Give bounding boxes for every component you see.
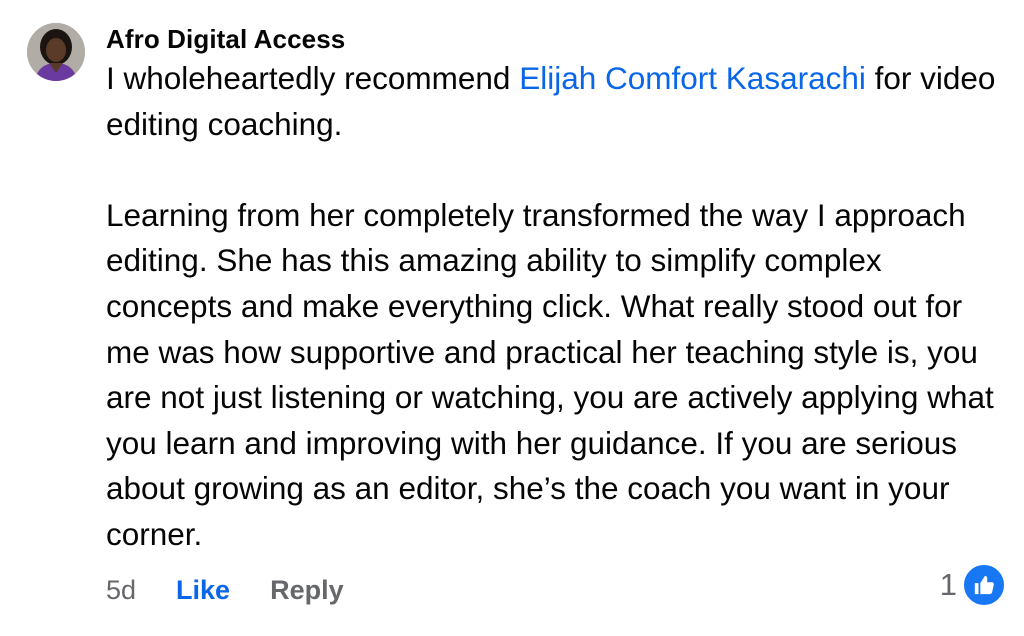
comment-actions: 5d Like Reply: [106, 570, 344, 610]
comment-paragraph-2: Learning from her completely transformed…: [106, 196, 994, 552]
comment: Afro Digital Access I wholeheartedly rec…: [106, 22, 1006, 558]
reply-button[interactable]: Reply: [270, 575, 344, 606]
avatar-image: [27, 23, 85, 81]
avatar[interactable]: [27, 23, 85, 81]
comment-author[interactable]: Afro Digital Access: [106, 22, 1006, 56]
comment-paragraph-1: I wholeheartedly recommend Elijah Comfor…: [106, 56, 1006, 147]
comment-timestamp[interactable]: 5d: [106, 575, 136, 606]
reaction-count: 1: [939, 567, 957, 602]
reactions-summary[interactable]: 1: [939, 562, 1007, 608]
like-button[interactable]: Like: [176, 575, 230, 606]
mention-link[interactable]: Elijah Comfort Kasarachi: [519, 60, 866, 96]
comment-text-before-mention: I wholeheartedly recommend: [106, 60, 520, 96]
thumbs-up-icon: [961, 562, 1007, 608]
